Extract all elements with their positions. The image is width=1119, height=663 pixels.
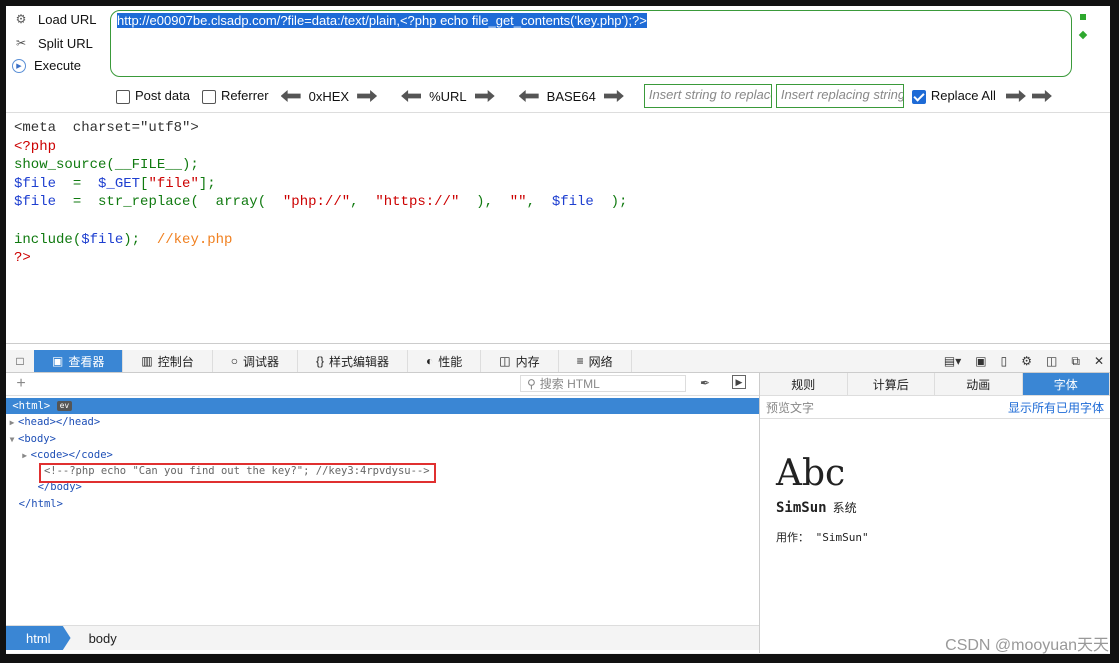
split-console-icon[interactable]: ▣ xyxy=(975,354,986,368)
search-html-input[interactable]: ⚲ 搜索 HTML xyxy=(520,375,686,392)
tab-console[interactable]: ▥ 控制台 xyxy=(123,350,213,372)
font-preview-bar: 预览文字 显示所有已用字体 xyxy=(760,396,1110,419)
breadcrumb-body[interactable]: body xyxy=(71,631,135,646)
tree-node-html[interactable]: <html> ev xyxy=(6,398,759,415)
green-diamond-icon xyxy=(1078,30,1088,40)
browser-frame: ⚙ Load URL ✂ Split URL ▶ Execute http://… xyxy=(0,0,1119,663)
split-url-button[interactable]: ✂ Split URL xyxy=(12,34,93,52)
watermark: CSDN @mooyuan天天 xyxy=(945,637,1109,654)
gear-icon[interactable]: ⚙ xyxy=(1021,354,1032,368)
post-data-toggle[interactable]: Post data xyxy=(116,88,190,104)
console-icon: ▥ xyxy=(141,354,153,368)
url-input[interactable]: http://e00907be.clsadp.com/?file=data:/t… xyxy=(110,10,1072,77)
tab-debugger[interactable]: ○ 调试器 xyxy=(213,350,298,372)
post-data-checkbox[interactable] xyxy=(116,89,130,104)
tab-performance[interactable]: ◐ 性能 xyxy=(408,350,482,372)
memory-icon: ◫ xyxy=(499,354,511,368)
url-text: http://e00907be.clsadp.com/?file=data:/t… xyxy=(117,13,647,28)
tree-node-body[interactable]: ▼ <body> xyxy=(6,431,759,447)
tree-node-html-close[interactable]: </html> xyxy=(6,496,759,512)
highlight-box xyxy=(39,463,436,483)
tab-memory[interactable]: ◫ 内存 xyxy=(481,350,559,372)
collapse-arrow-icon[interactable]: ▼ xyxy=(6,432,18,448)
tab-network[interactable]: ≡ 网络 xyxy=(559,350,632,372)
replace-string-input[interactable]: Insert string to replace xyxy=(643,84,772,108)
expand-arrow-icon[interactable]: ▶ xyxy=(6,415,18,431)
arrow-right-icon[interactable] xyxy=(603,90,624,102)
load-url-button[interactable]: ⚙ Load URL xyxy=(12,10,97,28)
play-icon: ▶ xyxy=(12,58,26,73)
show-all-fonts-link[interactable]: 显示所有已用字体 xyxy=(1008,399,1110,416)
base64-encoder[interactable]: BASE64 xyxy=(518,89,624,104)
gauge-icon: ◐ xyxy=(426,354,434,368)
breadcrumb-html[interactable]: html xyxy=(6,626,71,650)
devtools-toolbar-right: ▤▾ ▣ ▯ ⚙ ◫ ⧉ ✕ xyxy=(944,350,1104,372)
layout-icon[interactable]: ▤▾ xyxy=(944,354,961,368)
font-sample: Abc xyxy=(776,453,846,494)
referrer-toggle[interactable]: Referrer xyxy=(201,88,269,104)
tab-rules[interactable]: 规则 xyxy=(760,373,848,395)
font-name: SimSun 系统 xyxy=(776,500,857,516)
expand-arrow-icon[interactable]: ▶ xyxy=(19,448,31,464)
event-badge[interactable]: ev xyxy=(56,401,73,411)
eyedropper-icon[interactable]: ✒ xyxy=(700,376,710,390)
tab-computed[interactable]: 计算后 xyxy=(847,373,935,395)
page-source-code: <meta charset="utf8"> <?php show_source(… xyxy=(14,120,628,267)
arrow-right-icon[interactable] xyxy=(474,90,495,102)
referrer-checkbox[interactable] xyxy=(201,89,216,104)
hackbar-side-indicators xyxy=(1078,12,1090,50)
braces-icon: {} xyxy=(315,354,324,368)
undock-icon[interactable]: ⧉ xyxy=(1071,354,1080,369)
markup-tree: <html> ev ▶ <head></head> ▼ <body> ▶ <code>… xyxy=(6,398,759,512)
hackbar-panel: ⚙ Load URL ✂ Split URL ▶ Execute http://… xyxy=(6,6,1110,113)
screenshot-node-icon[interactable]: ▶ xyxy=(732,375,746,389)
devtools-panel: □ ▣ 查看器 ▥ 控制台 ○ 调试器 {} 样式编辑器 ◐ 性能 ◫ 内存 ≡ 网络 ▤▾ … xyxy=(6,343,1110,654)
font-kind: 系统 xyxy=(832,501,857,515)
inspector-toolbar: + ⚲ 搜索 HTML ✒ ▶ xyxy=(6,373,759,396)
tab-style-editor[interactable]: {} 样式编辑器 xyxy=(298,350,409,372)
preview-text-input[interactable]: 预览文字 xyxy=(766,398,1002,416)
tree-node-code[interactable]: ▶ <code></code> xyxy=(6,447,759,463)
tab-animations[interactable]: 动画 xyxy=(935,373,1023,395)
arrow-right-icon[interactable] xyxy=(1031,90,1052,102)
debugger-icon: ○ xyxy=(230,354,238,368)
sidebar-panel: 规则 计算后 动画 字体 预览文字 显示所有已用字体 Abc SimSun 系统 … xyxy=(760,373,1110,654)
breadcrumb: html body xyxy=(6,625,759,650)
tree-node-head[interactable]: ▶ <head></head> xyxy=(6,414,759,430)
hex-encoder[interactable]: 0xHEX xyxy=(280,89,378,104)
font-used-as: 用作： "SimSun" xyxy=(776,531,869,544)
network-icon: ≡ xyxy=(576,354,584,368)
devtools-tabbar: □ ▣ 查看器 ▥ 控制台 ○ 调试器 {} 样式编辑器 ◐ 性能 ◫ 内存 ≡ 网络 ▤▾ … xyxy=(6,350,1110,373)
replace-all-toggle[interactable]: Replace All xyxy=(911,88,996,104)
arrow-left-icon[interactable] xyxy=(518,90,539,102)
hackbar-options-row: Post data Referrer 0xHEX %URL BASE64 Ins… xyxy=(116,84,1052,108)
inspector-pane: + ⚲ 搜索 HTML ✒ ▶ <html> ev ▶ <head></head>… xyxy=(6,373,760,654)
execute-button[interactable]: ▶ Execute xyxy=(12,58,81,73)
arrow-left-icon[interactable] xyxy=(401,90,422,102)
load-icon: ⚙ xyxy=(15,12,27,26)
search-icon: ⚲ xyxy=(527,376,536,391)
responsive-icon[interactable]: ▯ xyxy=(1001,354,1008,368)
add-node-icon[interactable]: + xyxy=(6,375,36,393)
replacing-string-input[interactable]: Insert replacing string xyxy=(775,84,904,108)
scissors-icon: ✂ xyxy=(15,36,27,50)
arrow-right-icon[interactable] xyxy=(357,90,378,102)
replace-all-checkbox[interactable] xyxy=(911,89,926,104)
arrow-right-icon[interactable] xyxy=(1005,90,1026,102)
tab-inspector[interactable]: ▣ 查看器 xyxy=(34,350,124,372)
arrow-left-icon[interactable] xyxy=(280,90,301,102)
green-bar-icon xyxy=(1080,14,1086,20)
element-picker-icon[interactable]: □ xyxy=(6,354,34,368)
close-icon[interactable]: ✕ xyxy=(1094,354,1104,368)
inspector-icon: ▣ xyxy=(52,354,64,368)
url-encoder[interactable]: %URL xyxy=(401,89,495,104)
dock-icon[interactable]: ◫ xyxy=(1046,354,1057,368)
sidebar-tabs: 规则 计算后 动画 字体 xyxy=(760,373,1110,396)
tab-fonts[interactable]: 字体 xyxy=(1022,373,1110,395)
